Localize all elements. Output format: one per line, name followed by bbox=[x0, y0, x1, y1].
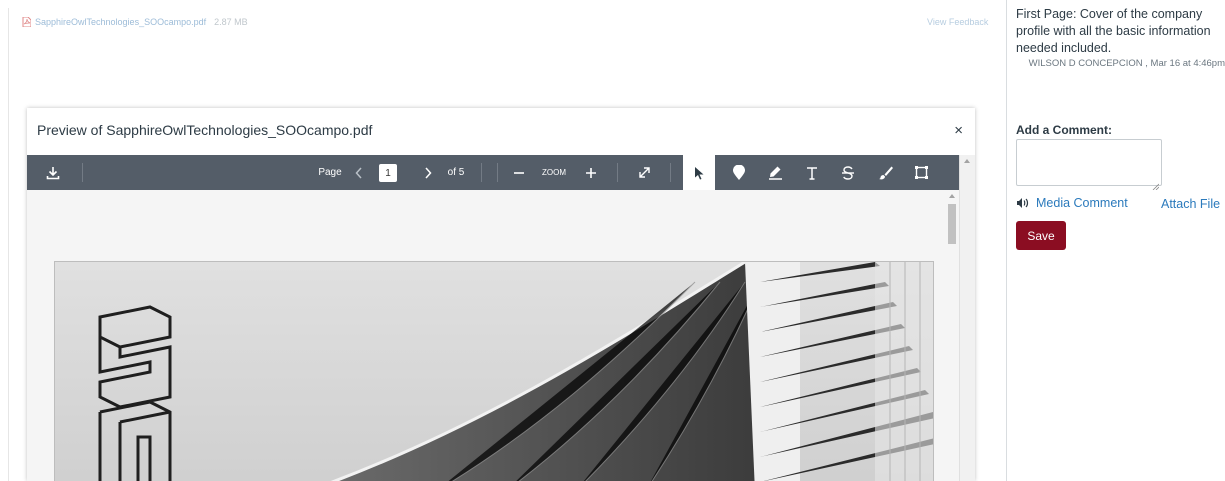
page-number-input[interactable]: 1 bbox=[379, 164, 397, 182]
comment-date: , Mar 16 at 4:46pm bbox=[1145, 58, 1225, 69]
resize-grip-icon[interactable] bbox=[1152, 177, 1160, 191]
viewer-scrollbar[interactable] bbox=[946, 190, 958, 481]
scrollbar-thumb[interactable] bbox=[948, 204, 956, 244]
point-annotation-icon[interactable] bbox=[724, 155, 754, 190]
pdf-page-cover bbox=[54, 261, 934, 481]
modal-title: Preview of SapphireOwlTechnologies_SOOca… bbox=[37, 122, 373, 138]
toolbar-divider bbox=[481, 163, 482, 182]
view-feedback-link[interactable]: View Feedback bbox=[927, 17, 988, 27]
comment-meta: WILSON D CONCEPCION , Mar 16 at 4:46pm bbox=[1020, 57, 1225, 71]
preview-modal: Preview of SapphireOwlTechnologies_SOOca… bbox=[27, 108, 975, 481]
close-icon[interactable]: × bbox=[954, 122, 963, 139]
toolbar-divider bbox=[617, 163, 618, 182]
submission-file-name[interactable]: SapphireOwlTechnologies_SOOcampo.pdf bbox=[35, 17, 206, 27]
comments-panel: First Page: Cover of the company profile… bbox=[1007, 0, 1225, 481]
highlight-icon[interactable] bbox=[760, 155, 790, 190]
next-page-icon[interactable] bbox=[418, 155, 438, 190]
page-label-wrap: Page bbox=[315, 155, 345, 190]
zoom-out-icon[interactable] bbox=[508, 155, 530, 190]
page-total-wrap: of 5 bbox=[443, 155, 469, 190]
submission-file-link[interactable]: SapphireOwlTechnologies_SOOcampo.pdf 2.8… bbox=[22, 17, 248, 27]
media-comment-label[interactable]: Media Comment bbox=[1036, 196, 1128, 210]
scroll-up-arrow-icon[interactable] bbox=[949, 194, 955, 198]
toolbar-divider bbox=[497, 163, 498, 182]
toolbar-divider bbox=[82, 163, 83, 182]
text-tool-icon[interactable] bbox=[797, 155, 827, 190]
select-pointer-icon[interactable] bbox=[683, 155, 715, 190]
pdf-viewer bbox=[27, 190, 959, 481]
freehand-draw-icon[interactable] bbox=[870, 155, 900, 190]
download-icon[interactable] bbox=[41, 155, 65, 190]
zoom-in-icon[interactable] bbox=[580, 155, 602, 190]
area-tool-icon[interactable] bbox=[906, 155, 936, 190]
pdf-toolbar: Page 1 of 5 ZOOM bbox=[27, 155, 975, 190]
cover-building-image bbox=[55, 262, 933, 481]
company-logo bbox=[98, 305, 172, 481]
zoom-label-wrap: ZOOM bbox=[534, 155, 574, 190]
comment-author: WILSON D CONCEPCION bbox=[1028, 58, 1143, 69]
zoom-label: ZOOM bbox=[542, 168, 566, 177]
attach-file-link[interactable]: Attach File bbox=[1161, 197, 1220, 211]
strikeout-icon[interactable] bbox=[833, 155, 863, 190]
comment-body: First Page: Cover of the company profile… bbox=[1016, 7, 1211, 55]
page-label: Page bbox=[318, 167, 342, 178]
previous-page-icon[interactable] bbox=[349, 155, 369, 190]
comment-input[interactable] bbox=[1016, 139, 1162, 186]
pdf-file-icon bbox=[22, 17, 31, 27]
page-total: of 5 bbox=[447, 167, 465, 178]
toolbar-divider bbox=[670, 163, 671, 182]
scroll-up-arrow-icon[interactable] bbox=[964, 159, 970, 163]
fullscreen-icon[interactable] bbox=[632, 155, 656, 190]
modal-scrollbar[interactable] bbox=[959, 155, 975, 481]
submission-file-size: 2.87 MB bbox=[214, 17, 248, 27]
speaker-icon bbox=[1016, 197, 1030, 209]
media-comment-link[interactable]: Media Comment bbox=[1016, 196, 1128, 210]
save-button[interactable]: Save bbox=[1016, 221, 1066, 250]
add-comment-label: Add a Comment: bbox=[1016, 123, 1112, 137]
